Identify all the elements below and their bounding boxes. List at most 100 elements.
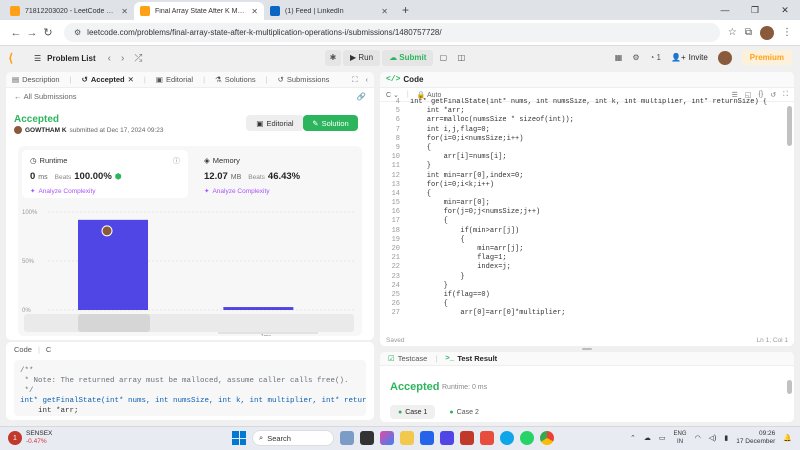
analyze-complexity-link[interactable]: ✦ Analyze Complexity: [30, 187, 180, 196]
author-avatar[interactable]: [14, 126, 22, 134]
browser-menu-icon[interactable]: ⋮: [782, 27, 792, 38]
bookmark-star-icon[interactable]: ☆: [728, 27, 737, 38]
app-icon[interactable]: [440, 431, 454, 445]
store-app-icon[interactable]: [420, 431, 434, 445]
close-tab-icon[interactable]: ✕: [121, 7, 128, 16]
analyze-complexity-link[interactable]: ✦ Analyze Complexity: [204, 187, 350, 196]
new-tab-button[interactable]: +: [394, 3, 417, 20]
chart-bar[interactable]: [78, 219, 148, 310]
code-line[interactable]: 22 index=j;: [380, 263, 794, 272]
minimize-icon[interactable]: —: [710, 5, 740, 15]
runtime-card[interactable]: ◷ Runtime ⓘ 0 ms Beats 100.00% ⬢ ✦ Analyze…: [22, 150, 188, 198]
code-line[interactable]: 8 for(i=0;i<numsSize;i++): [380, 135, 794, 144]
widgets-app-icon[interactable]: [340, 431, 354, 445]
chevron-up-icon[interactable]: ⌃: [630, 434, 636, 442]
stock-widget[interactable]: 1 SENSEX -0.47%: [8, 430, 52, 446]
all-submissions-link[interactable]: ← All Submissions 🔗: [6, 88, 374, 104]
forward-icon[interactable]: →: [24, 27, 40, 39]
tab-submissions[interactable]: ↺ Submissions: [278, 75, 330, 84]
author-name[interactable]: GOWTHAM K: [25, 127, 67, 134]
wifi-icon[interactable]: ◠: [695, 434, 701, 442]
back-icon[interactable]: ←: [8, 27, 24, 39]
range-slider-track[interactable]: [24, 314, 354, 332]
solution-button[interactable]: ✎ Solution: [303, 115, 358, 131]
prev-problem-icon[interactable]: ‹: [108, 53, 111, 64]
copilot-icon[interactable]: [380, 431, 394, 445]
memory-card[interactable]: ◈ Memory 12.07 MB Beats 46.43% ✦ Analyze C…: [196, 150, 358, 198]
code-line[interactable]: 26 {: [380, 300, 794, 309]
taskbar-search[interactable]: ⌕ Search: [252, 430, 334, 446]
submit-button[interactable]: ☁ Submit: [382, 50, 434, 66]
chart-bar[interactable]: [223, 307, 294, 310]
cloud-icon[interactable]: ☁: [644, 434, 651, 442]
tab-accepted[interactable]: ↺ Accepted ✕: [82, 75, 134, 84]
code-line[interactable]: 7 int i,j,flag=0;: [380, 126, 794, 135]
panel-splitter[interactable]: [380, 347, 794, 351]
leetcode-logo-icon[interactable]: ⟨: [8, 52, 20, 64]
code-line[interactable]: 9 {: [380, 144, 794, 153]
close-tab-icon[interactable]: ✕: [128, 75, 134, 84]
code-line[interactable]: 25 if(flag==0): [380, 291, 794, 300]
feedback-icon[interactable]: ◫: [453, 50, 469, 66]
user-avatar[interactable]: [717, 50, 732, 65]
tab-description[interactable]: ▤ Description: [12, 75, 60, 84]
browser-tab-problem[interactable]: Final Array State After K Multip ✕: [134, 2, 264, 20]
task-view-icon[interactable]: [360, 431, 374, 445]
clock[interactable]: 09:26 17 December: [736, 430, 775, 446]
file-explorer-icon[interactable]: [400, 431, 414, 445]
random-problem-icon[interactable]: ⤮: [134, 53, 142, 64]
code-line[interactable]: 15 min=arr[0];: [380, 199, 794, 208]
link-icon[interactable]: 🔗: [357, 92, 366, 101]
site-info-icon[interactable]: ⚙: [74, 28, 81, 37]
premium-button[interactable]: Premium: [741, 50, 792, 65]
close-tab-icon[interactable]: ✕: [381, 7, 388, 16]
tab-test-result[interactable]: >_ Test Result: [445, 354, 497, 363]
range-slider-window[interactable]: [78, 314, 150, 332]
battery-status-icon[interactable]: ▮: [724, 434, 728, 442]
code-line[interactable]: 16 for(j=0;j<numsSize;j++): [380, 208, 794, 217]
code-line[interactable]: 14 {: [380, 190, 794, 199]
maximize-icon[interactable]: ❐: [740, 5, 770, 16]
notes-icon[interactable]: ▢: [435, 50, 451, 66]
case-1-tab[interactable]: ● Case 1: [390, 405, 436, 419]
case-2-tab[interactable]: ● Case 2: [441, 405, 486, 419]
drag-handle-icon[interactable]: [582, 348, 592, 350]
streak-counter[interactable]: ◔ 1: [649, 53, 661, 62]
browser-tab-profile[interactable]: 71812203020 - LeetCode Profil ✕: [4, 2, 134, 20]
edge-icon[interactable]: [500, 431, 514, 445]
tab-testcase[interactable]: ☑ Testcase: [388, 354, 427, 363]
profile-avatar[interactable]: [760, 25, 774, 40]
close-window-icon[interactable]: ✕: [770, 5, 800, 16]
next-problem-icon[interactable]: ›: [121, 53, 124, 64]
debug-icon[interactable]: ✱: [325, 50, 341, 66]
office-icon[interactable]: [480, 431, 494, 445]
code-line[interactable]: 24 }: [380, 282, 794, 291]
code-line[interactable]: 23 }: [380, 273, 794, 282]
code-line[interactable]: 21 flag=1;: [380, 254, 794, 263]
invite-button[interactable]: 👤+ Invite: [671, 53, 708, 62]
code-line[interactable]: 4 int* getFinalState(int* nums, int numsS…: [380, 98, 794, 107]
tab-editorial[interactable]: ▣ Editorial: [156, 75, 193, 84]
code-line[interactable]: 20 min=arr[j];: [380, 245, 794, 254]
browser-tab-linkedin[interactable]: (1) Feed | LinkedIn ✕: [264, 2, 394, 20]
test-scrollbar[interactable]: [787, 380, 792, 394]
code-line[interactable]: 18 if(min>arr[j]): [380, 227, 794, 236]
extensions-icon[interactable]: ⧉: [745, 27, 752, 38]
layout-icon[interactable]: ▦: [615, 53, 623, 62]
editor-scrollbar[interactable]: [787, 106, 792, 146]
code-line[interactable]: 5 int *arr;: [380, 107, 794, 116]
whatsapp-icon[interactable]: [520, 431, 534, 445]
run-button[interactable]: ▶ Run: [343, 50, 381, 66]
language-indicator[interactable]: ENG IN: [674, 430, 687, 446]
windows-start-icon[interactable]: [232, 431, 246, 445]
problem-list-button[interactable]: ☰ Problem List: [34, 54, 96, 63]
mcafee-icon[interactable]: [460, 431, 474, 445]
editorial-button[interactable]: ▣ Editorial: [246, 115, 304, 131]
battery-icon[interactable]: ▭: [659, 434, 666, 442]
settings-gear-icon[interactable]: ⚙: [632, 53, 639, 62]
info-icon[interactable]: ⓘ: [173, 156, 180, 166]
code-line[interactable]: 13 for(i=0;i<k;i++): [380, 181, 794, 190]
close-tab-icon[interactable]: ✕: [251, 7, 258, 16]
volume-icon[interactable]: ◁): [709, 434, 717, 442]
url-field[interactable]: ⚙ leetcode.com/problems/final-array-stat…: [64, 23, 720, 42]
